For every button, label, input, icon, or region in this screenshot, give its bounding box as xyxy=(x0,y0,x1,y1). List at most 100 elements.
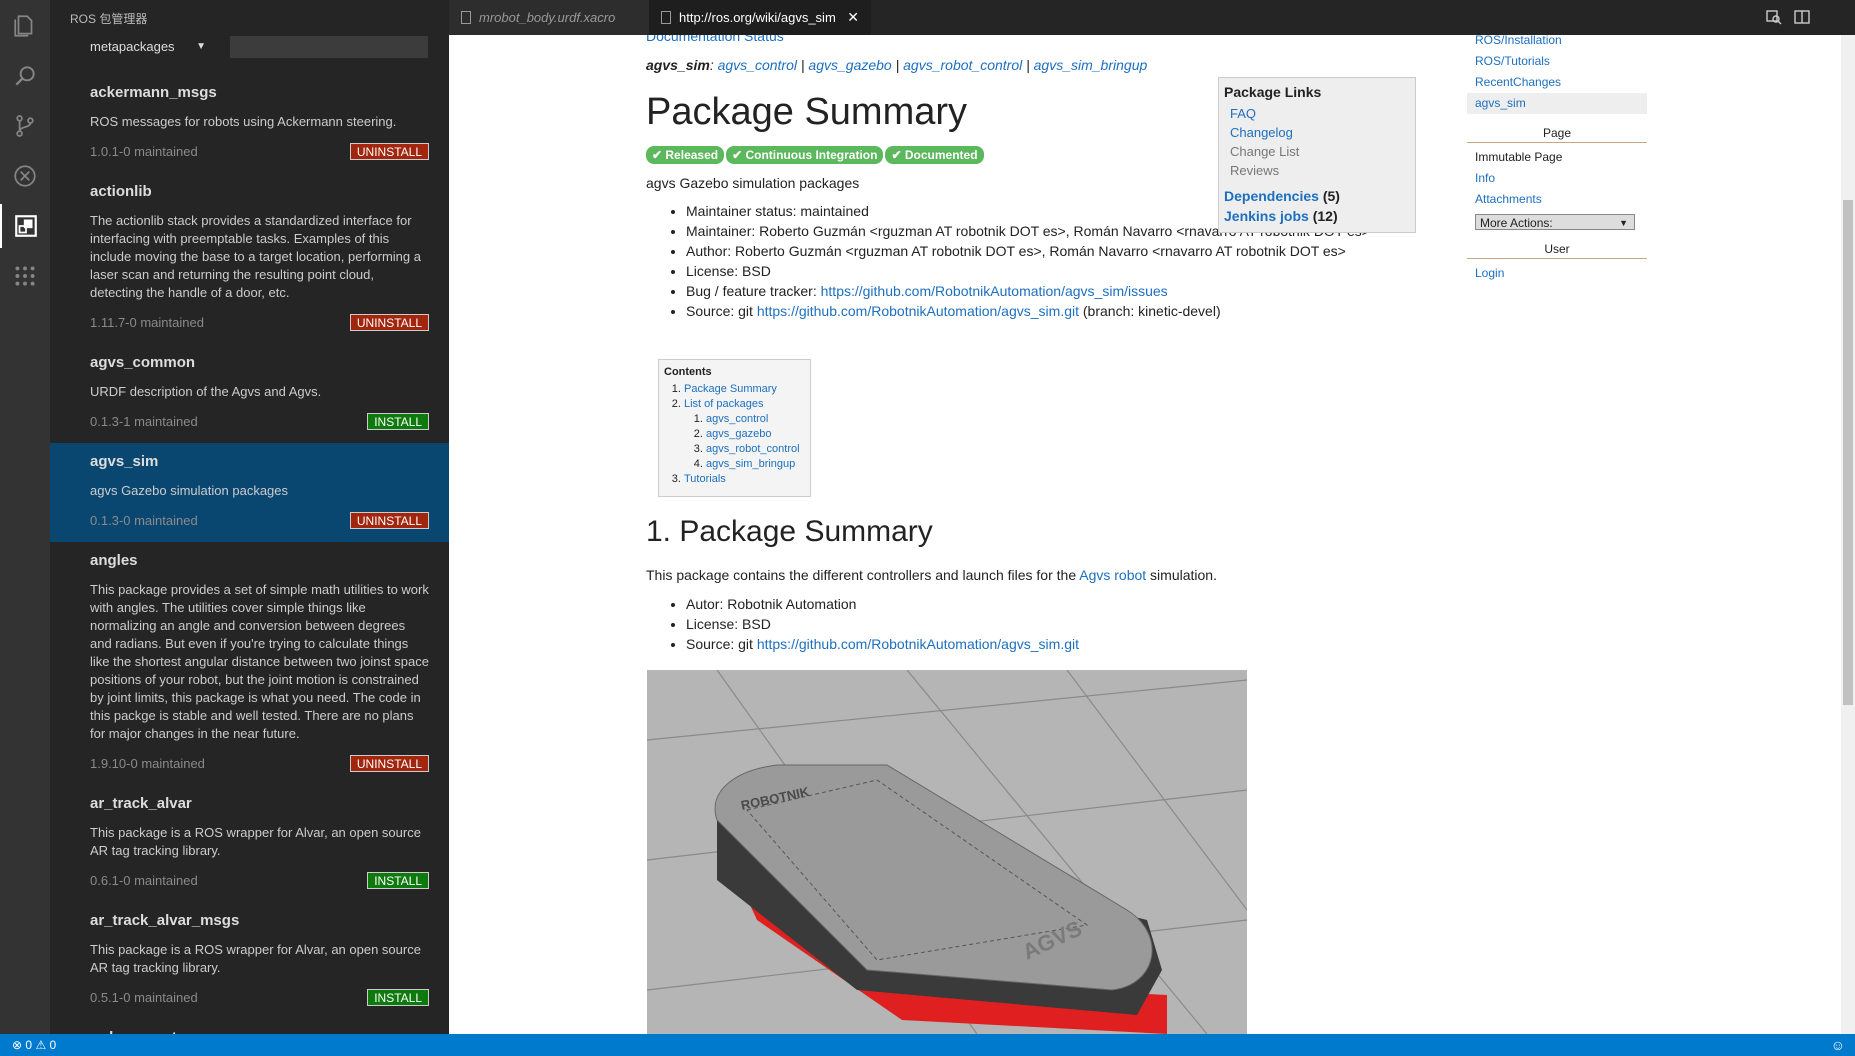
package-name: angles xyxy=(90,552,138,569)
toc-sublink[interactable]: agvs_sim_bringup xyxy=(706,458,795,470)
more-actions-select[interactable]: More Actions: ▼ xyxy=(1475,214,1635,230)
chevron-down-icon: ▼ xyxy=(196,41,206,52)
info-link[interactable]: Info xyxy=(1475,171,1495,185)
nav-link-recent-changes[interactable]: RecentChanges xyxy=(1475,75,1561,89)
uninstall-button[interactable]: UNINSTALL xyxy=(349,512,429,529)
warning-icon: ⚠ xyxy=(35,1038,47,1052)
apps-grid-icon[interactable] xyxy=(0,254,50,298)
breadcrumb-link[interactable]: agvs_robot_control xyxy=(903,57,1022,73)
problems-indicator[interactable]: ⊗ 0 ⚠ 0 xyxy=(12,1034,56,1056)
info-label: Bug / feature tracker: xyxy=(686,283,821,299)
nav-link-ros-installation[interactable]: ROS/Installation xyxy=(1475,35,1562,47)
nav-link-ros-tutorials[interactable]: ROS/Tutorials xyxy=(1475,54,1550,68)
package-links-box: Package Links FAQ Changelog Change List … xyxy=(1218,77,1416,233)
toc-sublink[interactable]: agvs_gazebo xyxy=(706,428,771,440)
uninstall-button[interactable]: UNINSTALL xyxy=(349,143,429,160)
breadcrumb-link[interactable]: agvs_control xyxy=(718,57,797,73)
package-filter-select[interactable]: metapackages ▼ xyxy=(90,36,216,58)
install-button[interactable]: INSTALL xyxy=(367,872,429,889)
uninstall-button[interactable]: UNINSTALL xyxy=(349,314,429,331)
breadcrumb-link[interactable]: agvs_gazebo xyxy=(808,57,891,73)
desc-text: simulation. xyxy=(1146,567,1217,583)
package-name: ar_track_alvar xyxy=(90,795,192,812)
info-link[interactable]: https://github.com/RobotnikAutomation/ag… xyxy=(757,636,1079,652)
package-list: ackermann_msgs ROS messages for robots us… xyxy=(50,74,449,1034)
editor-tab-bar: mrobot_body.urdf.xacro http://ros.org/wi… xyxy=(449,0,1855,35)
scrollbar-thumb[interactable] xyxy=(1843,200,1853,705)
open-preview-icon[interactable] xyxy=(1765,8,1783,26)
package-version: 0.1.3-1 maintained xyxy=(90,414,198,429)
package-list-item[interactable]: angles This package provides a set of sim… xyxy=(50,542,449,785)
package-list-item[interactable]: ar_track_alvar This package is a ROS wrap… xyxy=(50,785,449,902)
agvs-robot-link[interactable]: Agvs robot xyxy=(1079,567,1146,583)
file-icon xyxy=(661,11,671,24)
debug-icon[interactable] xyxy=(0,154,50,198)
login-link[interactable]: Login xyxy=(1475,266,1504,280)
info-item: Source: git https://github.com/RobotnikA… xyxy=(686,634,1079,654)
tab-ros-wiki[interactable]: http://ros.org/wiki/agvs_sim ✕ xyxy=(649,0,871,35)
ci-badge: ✔ Continuous Integration xyxy=(726,146,884,164)
status-bar: ⊗ 0 ⚠ 0 ☺ xyxy=(0,1034,1855,1056)
install-button[interactable]: INSTALL xyxy=(367,989,429,1006)
dependencies-link[interactable]: Dependencies xyxy=(1224,188,1319,204)
toc-link[interactable]: Package Summary xyxy=(684,383,777,395)
breadcrumb-link[interactable]: agvs_sim_bringup xyxy=(1034,57,1148,73)
toc-link[interactable]: Tutorials xyxy=(684,473,726,485)
package-breadcrumb: agvs_sim: agvs_control | agvs_gazebo | a… xyxy=(646,57,1148,73)
package-list-item[interactable]: ackermann_msgs ROS messages for robots us… xyxy=(50,74,449,173)
activity-bar xyxy=(0,0,50,1034)
immutable-page-text: Immutable Page xyxy=(1475,150,1563,164)
attachments-link[interactable]: Attachments xyxy=(1475,192,1542,206)
breadcrumb-package: agvs_sim xyxy=(646,57,710,73)
package-version: 1.11.7-0 maintained xyxy=(90,315,204,330)
close-icon[interactable]: ✕ xyxy=(847,0,859,35)
jenkins-jobs-link[interactable]: Jenkins jobs xyxy=(1224,208,1309,224)
toc-link[interactable]: List of packages xyxy=(684,398,764,410)
package-list-item[interactable]: ar_track_alvar_msgs This package is a ROS… xyxy=(50,902,449,1019)
page-section-heading: Page xyxy=(1467,122,1647,143)
package-name: ackermann_msgs xyxy=(90,84,217,101)
package-list-item[interactable]: ardrone_autonomy xyxy=(50,1019,449,1034)
package-list-item[interactable]: agvs_common URDF description of the Agvs … xyxy=(50,344,449,443)
jenkins-count: (12) xyxy=(1312,208,1338,224)
tab-urdf-file[interactable]: mrobot_body.urdf.xacro xyxy=(449,0,649,35)
package-name: agvs_common xyxy=(90,354,196,371)
package-version: 0.1.3-0 maintained xyxy=(90,513,198,528)
package-description: agvs Gazebo simulation packages xyxy=(90,483,289,498)
uninstall-button[interactable]: UNINSTALL xyxy=(349,755,429,772)
explorer-icon[interactable] xyxy=(0,4,50,48)
page-scrollbar[interactable] xyxy=(1841,35,1855,1034)
toc-sublink[interactable]: agvs_robot_control xyxy=(706,443,800,455)
package-list-item[interactable]: agvs_simagvs Gazebo simulation packages 0… xyxy=(50,443,449,542)
package-search-input[interactable] xyxy=(230,36,428,58)
info-link[interactable]: https://github.com/RobotnikAutomation/ag… xyxy=(821,283,1168,299)
documentation-status-link[interactable]: Documentation Status xyxy=(646,35,784,44)
package-name: actionlib xyxy=(90,183,152,200)
split-editor-icon[interactable] xyxy=(1793,8,1811,26)
info-item: Author: Roberto Guzmán <rguzman AT robot… xyxy=(686,241,1406,261)
source-control-icon[interactable] xyxy=(0,104,50,148)
toc-sublink[interactable]: agvs_control xyxy=(706,413,768,425)
page-title: Package Summary xyxy=(646,91,968,133)
package-version: 1.9.10-0 maintained xyxy=(90,756,205,771)
package-description: This package is a ROS wrapper for Alvar,… xyxy=(90,825,421,858)
info-item: Bug / feature tracker: https://github.co… xyxy=(686,281,1406,301)
info-item: Autor: Robotnik Automation xyxy=(686,594,1079,614)
package-description: ROS messages for robots using Ackermann … xyxy=(90,114,397,129)
tab-label: mrobot_body.urdf.xacro xyxy=(479,10,616,25)
package-description: This package provides a set of simple ma… xyxy=(90,582,429,741)
package-list-item[interactable]: actionlib The actionlib stack provides a … xyxy=(50,173,449,344)
install-button[interactable]: INSTALL xyxy=(367,413,429,430)
info-link[interactable]: https://github.com/RobotnikAutomation/ag… xyxy=(757,303,1079,319)
change-list-text: Change List xyxy=(1230,144,1300,159)
search-icon[interactable] xyxy=(0,54,50,98)
changelog-link[interactable]: Changelog xyxy=(1230,125,1293,140)
user-section-heading: User xyxy=(1467,238,1647,259)
feedback-smiley-icon[interactable]: ☺ xyxy=(1831,1034,1845,1056)
package-name: agvs_sim xyxy=(90,453,159,470)
extensions-icon[interactable] xyxy=(0,204,50,248)
agvs-robot-image: ROBOTNIK AGVS xyxy=(647,670,1247,1034)
info-label: License: BSD xyxy=(686,616,771,632)
nav-link-agvs-sim[interactable]: agvs_sim xyxy=(1475,96,1526,110)
faq-link[interactable]: FAQ xyxy=(1230,106,1256,121)
